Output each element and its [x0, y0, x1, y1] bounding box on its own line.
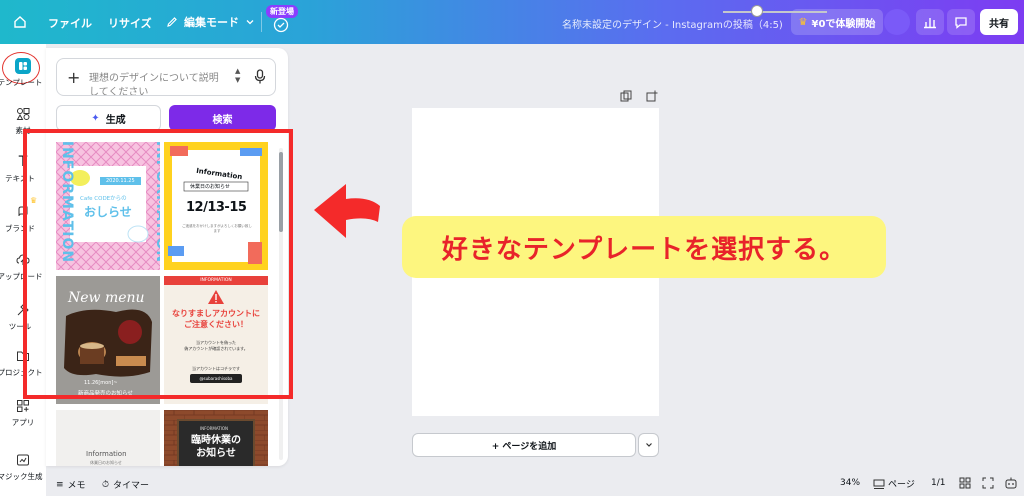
annotation-highlight-box: [23, 129, 293, 399]
chevron-down-icon: [246, 20, 254, 25]
search-tab[interactable]: 検索: [169, 105, 276, 131]
share-button[interactable]: 共有: [980, 9, 1018, 35]
home-icon: [14, 16, 26, 28]
chevron-down-icon: [645, 443, 652, 447]
save-status-button[interactable]: [272, 16, 290, 34]
mic-icon[interactable]: [254, 69, 266, 85]
divider: [261, 12, 262, 32]
annotation-arrow-icon: [314, 184, 380, 238]
page-tools: [620, 90, 658, 102]
add-page-options-button[interactable]: [638, 433, 659, 457]
search-placeholder: 理想のデザインについて説明してください: [89, 73, 219, 96]
template-card-5[interactable]: Information 休業日のお知らせ: [56, 410, 160, 466]
memo-button[interactable]: ≡ メモ: [56, 478, 86, 492]
notes-icon: ≡: [56, 479, 64, 490]
template-icon: [15, 58, 31, 74]
rail-label-apps: アプリ: [11, 418, 35, 427]
search-input[interactable]: + 理想のデザインについて説明してください ▲ ▼: [56, 58, 276, 96]
assistant-icon[interactable]: [1004, 476, 1018, 490]
avatar[interactable]: [884, 9, 910, 35]
template-5-title: Information: [86, 450, 127, 458]
insights-button[interactable]: [916, 9, 944, 35]
design-title[interactable]: 名称未設定のデザイン - Instagramの投稿（4:5): [562, 16, 783, 31]
template-card-6[interactable]: INFORMATION 臨時休業の お知らせ: [164, 410, 268, 466]
timer-button[interactable]: ⏱ タイマー: [102, 478, 150, 492]
template-5-sub: 休業日のお知らせ: [90, 460, 122, 465]
add-page-button[interactable]: + ページを追加: [412, 433, 636, 457]
bar-chart-icon: [924, 18, 936, 29]
pages-label: ページ: [888, 480, 915, 490]
zoom-slider[interactable]: [723, 11, 827, 13]
annotation-callout: 好きなテンプレートを選択する。: [402, 216, 886, 278]
apps-icon: [15, 398, 31, 414]
memo-label: メモ: [67, 481, 86, 491]
zoom-slider-handle[interactable]: [751, 5, 763, 17]
top-bar: ファイル リサイズ 編集モード 新登場 名称未設定のデザイン - Instagr…: [0, 0, 1024, 44]
trial-label: ¥0で体験開始: [811, 18, 876, 30]
cloud-check-icon: [273, 17, 289, 33]
elements-icon: [15, 106, 31, 122]
add-page-icon[interactable]: [646, 90, 658, 102]
crown-icon: ♛: [798, 16, 808, 28]
pencil-icon: [167, 17, 177, 27]
home-button[interactable]: [8, 10, 32, 34]
file-menu[interactable]: ファイル: [48, 15, 92, 31]
sparkle-icon: ✦: [91, 112, 100, 124]
rail-item-templates[interactable]: テンプレート: [0, 58, 46, 88]
sort-arrows-icon[interactable]: ▲ ▼: [235, 67, 240, 85]
timer-icon: ⏱: [102, 479, 110, 490]
comment-icon: [955, 17, 967, 29]
pages-icon: [873, 479, 885, 489]
zoom-level[interactable]: 34%: [840, 478, 860, 488]
rail-item-apps[interactable]: アプリ: [0, 398, 46, 428]
pages-button[interactable]: ページ: [873, 477, 915, 490]
plus-icon[interactable]: +: [67, 68, 80, 87]
fullscreen-icon[interactable]: [982, 477, 994, 489]
rail-label-magic: マジック生成: [0, 472, 43, 481]
edit-mode-label: 編集モード: [184, 16, 239, 29]
template-6-title: INFORMATION: [200, 426, 229, 431]
comment-button[interactable]: [947, 9, 975, 35]
edit-mode-dropdown[interactable]: 編集モード: [166, 14, 255, 30]
rail-item-magic[interactable]: マジック生成: [0, 452, 46, 482]
generate-label: 生成: [105, 114, 126, 126]
magic-icon: [15, 452, 31, 468]
resize-menu[interactable]: リサイズ: [108, 15, 152, 31]
generate-tab[interactable]: ✦ 生成: [56, 105, 161, 131]
grid-view-icon[interactable]: [959, 477, 971, 489]
template-6-main: 臨時休業の お知らせ: [191, 435, 241, 459]
duplicate-page-icon[interactable]: [620, 90, 632, 102]
page-count: 1/1: [931, 478, 946, 488]
timer-label: タイマー: [113, 481, 150, 491]
rail-label-templates: テンプレート: [0, 78, 43, 87]
